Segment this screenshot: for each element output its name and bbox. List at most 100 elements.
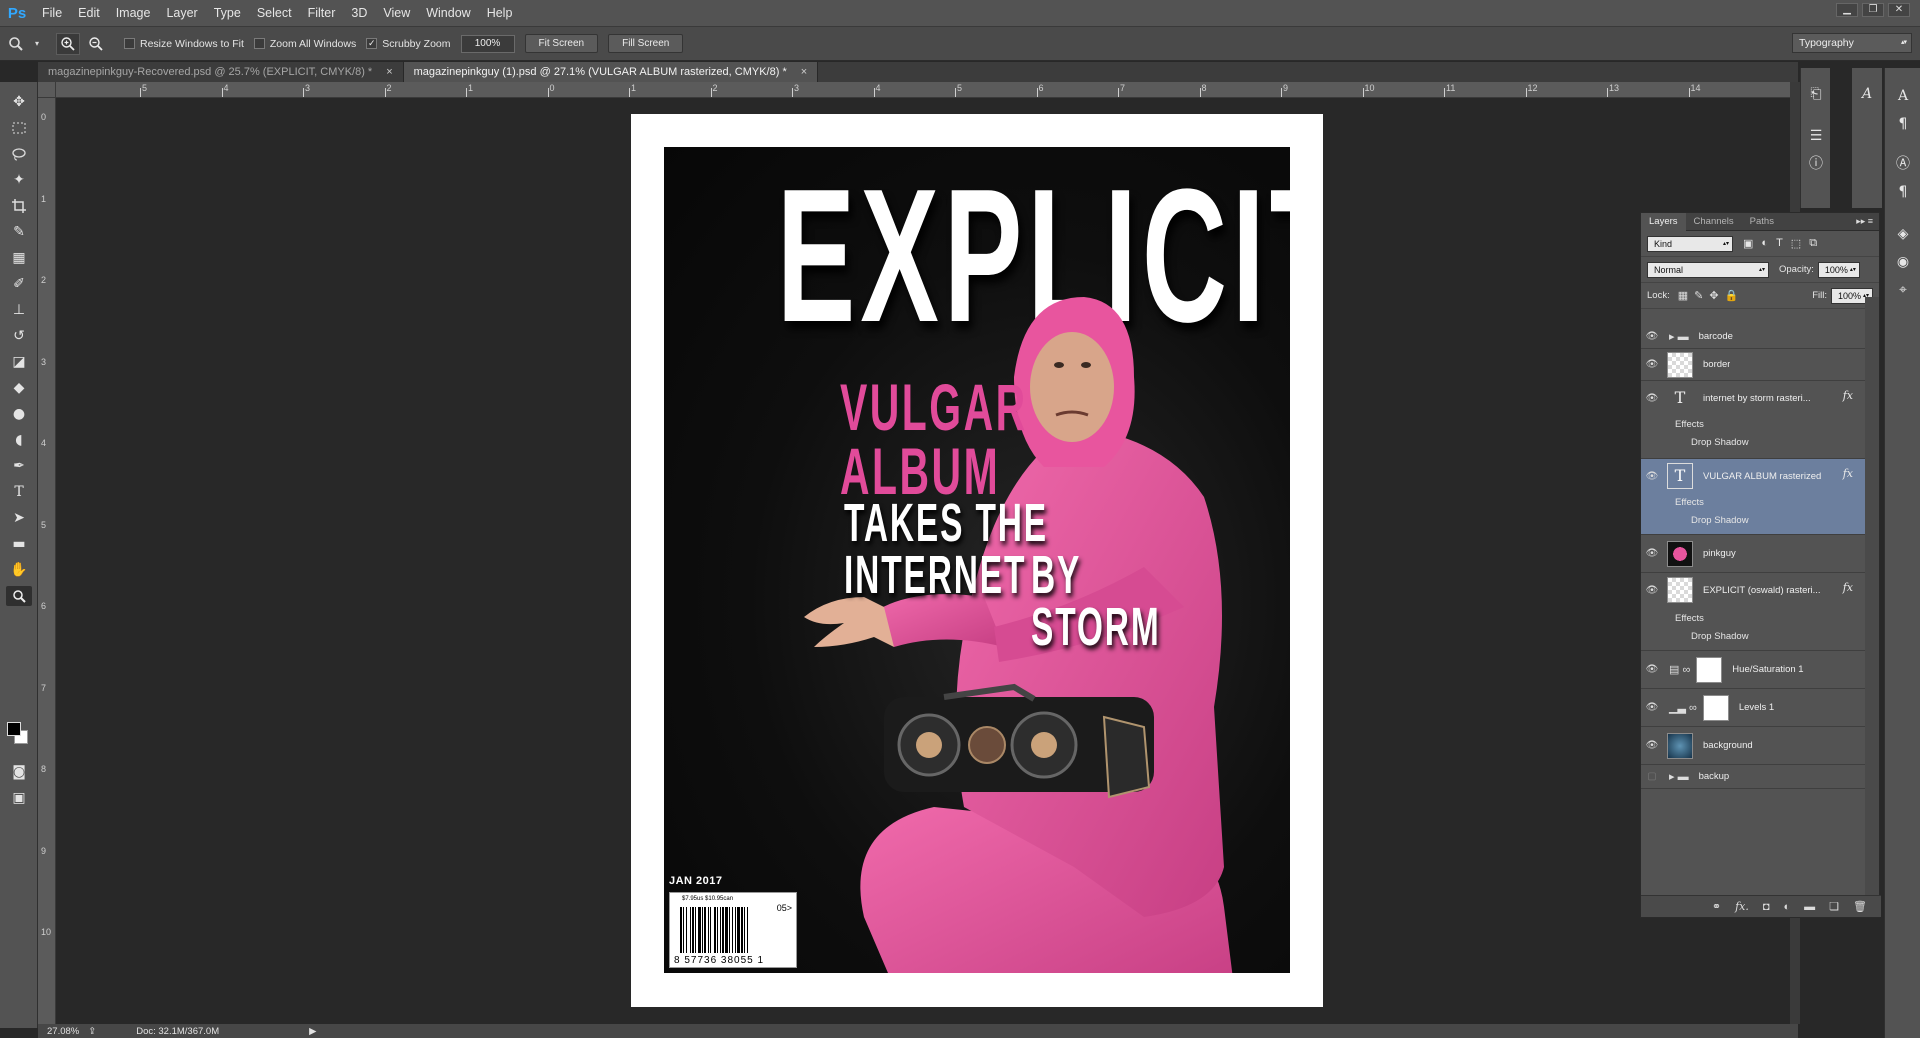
restore-button[interactable]: ❐ — [1862, 3, 1884, 17]
folder-icon[interactable]: ▸ ▬ — [1669, 330, 1689, 343]
effects-label[interactable]: Effects — [1675, 613, 1704, 624]
eraser-tool-icon[interactable]: ◪ — [6, 352, 32, 372]
visibility-eye-icon[interactable]: 👁 — [1641, 585, 1663, 596]
visibility-eye-icon[interactable]: 👁 — [1641, 702, 1663, 713]
workspace-select[interactable]: Typography — [1792, 33, 1912, 53]
status-menu-arrow-icon[interactable]: ▶ — [309, 1026, 316, 1037]
scrubby-zoom-checkbox[interactable]: ✓ Scrubby Zoom — [366, 38, 451, 50]
menu-select[interactable]: Select — [249, 6, 300, 20]
path-selection-tool-icon[interactable]: ➤ — [6, 508, 32, 528]
visibility-off-box[interactable]: ▢ — [1641, 771, 1663, 782]
visibility-eye-icon[interactable]: 👁 — [1641, 548, 1663, 559]
drop-shadow-label[interactable]: Drop Shadow — [1691, 437, 1749, 448]
info-icon[interactable]: ⓘ — [1806, 154, 1826, 174]
close-button[interactable]: ✕ — [1888, 3, 1910, 17]
add-mask-icon[interactable]: ◘ — [1763, 901, 1770, 913]
hand-tool-icon[interactable]: ✋ — [6, 560, 32, 580]
layer-pinkguy[interactable]: 👁 pinkguy — [1641, 535, 1865, 573]
type-filter-icon[interactable]: T — [1776, 237, 1783, 250]
zoom-level[interactable]: 27.08% — [47, 1026, 79, 1037]
visibility-eye-icon[interactable]: 👁 — [1641, 664, 1663, 675]
layer-internet-by-storm[interactable]: 👁 T internet by storm rasteri... fx Effe… — [1641, 381, 1865, 459]
eyedropper-tool-icon[interactable]: ✎ — [6, 222, 32, 242]
resize-windows-checkbox[interactable]: Resize Windows to Fit — [124, 38, 244, 50]
kind-filter-select[interactable]: Kind — [1647, 235, 1733, 252]
blur-tool-icon[interactable]: ● — [6, 404, 32, 424]
fit-screen-button[interactable]: Fit Screen — [524, 34, 599, 53]
lasso-tool-icon[interactable] — [6, 144, 32, 164]
folder-icon[interactable]: ▸ ▬ — [1669, 770, 1689, 783]
tab-channels[interactable]: Channels — [1686, 213, 1742, 231]
tab-active-document[interactable]: magazinepinkguy (1).psd @ 27.1% (VULGAR … — [403, 62, 819, 82]
drop-shadow-label[interactable]: Drop Shadow — [1691, 631, 1749, 642]
new-layer-icon[interactable]: ❏ — [1829, 900, 1839, 913]
healing-brush-tool-icon[interactable]: ▦ — [6, 248, 32, 268]
fx-icon[interactable]: fx — [1843, 467, 1853, 480]
blend-mode-select[interactable]: Normal — [1647, 261, 1769, 278]
layer-background[interactable]: 👁 background — [1641, 727, 1865, 765]
checkbox-checked-box[interactable]: ✓ — [366, 38, 378, 49]
zoom-tool-icon[interactable] — [6, 586, 32, 606]
link-layers-icon[interactable]: ⚭ — [1712, 900, 1721, 913]
document-canvas[interactable]: EXPLICIT VULGAR ALBUM TAKES THE INTERNET… — [631, 114, 1323, 1007]
effects-label[interactable]: Effects — [1675, 419, 1704, 430]
pixel-filter-icon[interactable]: ▣ — [1743, 237, 1753, 250]
layer-levels[interactable]: 👁 ▁▃ ∞ Levels 1 — [1641, 689, 1865, 727]
delete-layer-icon[interactable]: 🗑 — [1853, 900, 1867, 913]
visibility-eye-icon[interactable]: 👁 — [1641, 393, 1663, 404]
glyphs-icon[interactable]: A — [1857, 84, 1877, 104]
panel-menu-icon[interactable]: ▸▸ ≡ — [1856, 216, 1873, 227]
shape-filter-icon[interactable]: ⬚ — [1791, 237, 1801, 250]
effects-label[interactable]: Effects — [1675, 497, 1704, 508]
character-styles-icon[interactable]: Ⓐ — [1893, 154, 1913, 174]
adjustment-filter-icon[interactable]: ◐ — [1761, 237, 1768, 250]
vertical-ruler[interactable]: 0 1 2 3 4 5 6 7 8 9 10 — [38, 98, 56, 1028]
menu-window[interactable]: Window — [418, 6, 478, 20]
layer-backup[interactable]: ▢ ▸ ▬ backup — [1641, 765, 1865, 789]
menu-3d[interactable]: 3D — [343, 6, 375, 20]
tab-paths[interactable]: Paths — [1742, 213, 1782, 231]
menu-edit[interactable]: Edit — [70, 6, 108, 20]
zoom-out-icon[interactable] — [84, 33, 108, 55]
new-adjustment-icon[interactable]: ◐ — [1784, 901, 1791, 913]
type-tool-icon[interactable]: T — [6, 482, 32, 502]
menu-layer[interactable]: Layer — [158, 6, 205, 20]
zoom-percent-field[interactable]: 100% — [460, 34, 515, 53]
paint-bucket-tool-icon[interactable]: ◆ — [6, 378, 32, 398]
dodge-tool-icon[interactable]: ◖ — [6, 430, 32, 450]
channels-icon[interactable]: ◉ — [1893, 252, 1913, 272]
paragraph-styles-icon[interactable]: ¶ — [1893, 182, 1913, 202]
fx-icon[interactable]: fx — [1843, 389, 1853, 402]
lock-icons[interactable]: ▦✎✥🔒 — [1678, 289, 1745, 302]
fill-screen-button[interactable]: Fill Screen — [608, 34, 684, 53]
foreground-color-swatch[interactable] — [7, 722, 21, 736]
canvas-area[interactable]: EXPLICIT VULGAR ALBUM TAKES THE INTERNET… — [56, 98, 1790, 1024]
tab-layers[interactable]: Layers — [1641, 212, 1686, 231]
visibility-eye-icon[interactable]: 👁 — [1641, 471, 1663, 482]
tab-recovered[interactable]: magazinepinkguy-Recovered.psd @ 25.7% (E… — [38, 62, 404, 82]
add-style-icon[interactable]: fx. — [1735, 900, 1749, 913]
properties-icon[interactable]: ☰ — [1806, 126, 1826, 146]
layers-scrollbar[interactable] — [1865, 297, 1879, 895]
visibility-eye-icon[interactable]: 👁 — [1641, 331, 1663, 342]
zoom-all-windows-checkbox[interactable]: Zoom All Windows — [253, 38, 356, 50]
horizontal-ruler[interactable]: 5 4 3 2 1 0 1 2 3 4 5 6 7 8 9 10 11 12 13 14 — [56, 82, 1790, 98]
pen-tool-icon[interactable]: ✒ — [6, 456, 32, 476]
checkbox-box[interactable] — [124, 38, 135, 49]
character-icon[interactable]: A — [1893, 86, 1913, 106]
paragraph-icon[interactable]: ¶ — [1893, 114, 1913, 134]
marquee-tool-icon[interactable] — [6, 118, 32, 138]
paths-icon[interactable]: ⌖ — [1893, 280, 1913, 300]
visibility-eye-icon[interactable]: 👁 — [1641, 359, 1663, 370]
zoom-in-icon[interactable] — [56, 32, 80, 55]
drop-shadow-label[interactable]: Drop Shadow — [1691, 515, 1749, 526]
quick-mask-icon[interactable]: ◙ — [6, 762, 32, 782]
share-icon[interactable]: ⇪ — [88, 1026, 96, 1037]
layer-border[interactable]: 👁 border — [1641, 349, 1865, 381]
menu-image[interactable]: Image — [108, 6, 159, 20]
crop-tool-icon[interactable] — [6, 196, 32, 216]
new-group-icon[interactable]: ▬ — [1804, 901, 1815, 913]
smart-object-filter-icon[interactable]: ⧉ — [1809, 237, 1817, 250]
magic-wand-tool-icon[interactable]: ✦ — [6, 170, 32, 190]
layer-barcode[interactable]: 👁 ▸ ▬ barcode — [1641, 325, 1865, 349]
